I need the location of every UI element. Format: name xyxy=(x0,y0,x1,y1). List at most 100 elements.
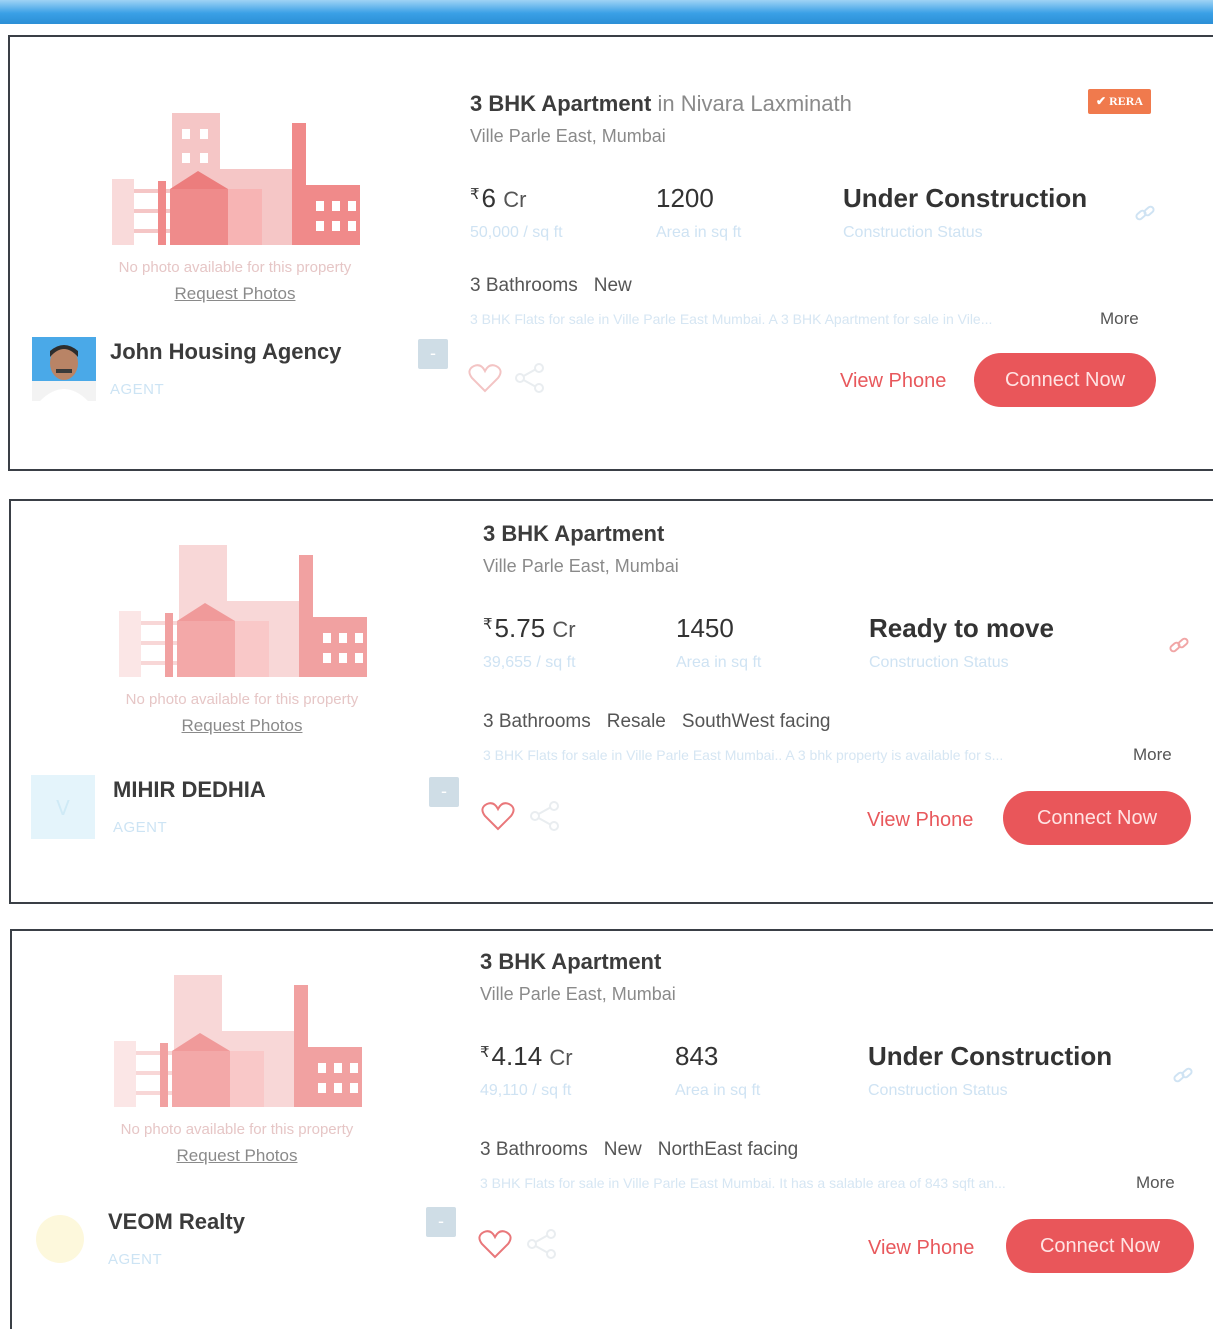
heart-icon[interactable] xyxy=(481,801,515,831)
agent-collapse-button[interactable]: - xyxy=(429,777,459,807)
price-value: 5.75 xyxy=(494,613,546,643)
connect-now-button[interactable]: Connect Now xyxy=(974,353,1156,407)
view-phone-button[interactable]: View Phone xyxy=(867,809,973,832)
more-link[interactable]: More xyxy=(1100,309,1139,329)
view-phone-button[interactable]: View Phone xyxy=(868,1237,974,1260)
listing-locality: Ville Parle East, Mumbai xyxy=(470,126,666,146)
listing-title[interactable]: 3 BHK Apartment in Nivara Laxminath xyxy=(470,91,852,117)
agent-name[interactable]: MIHIR DEDHIA xyxy=(113,777,266,803)
feature-chip: SouthWest facing xyxy=(681,711,831,732)
no-photo-placeholder: No photo available for this property Req… xyxy=(80,109,390,304)
listing-features: 3 Bathrooms New NorthEast facing xyxy=(480,1139,814,1161)
avatar xyxy=(28,1207,92,1271)
rupee-icon: ₹ xyxy=(480,1044,490,1061)
minus-icon: - xyxy=(438,1211,444,1231)
price-unit: Cr xyxy=(552,617,576,642)
connect-now-button[interactable]: Connect Now xyxy=(1003,791,1191,845)
listing-locality: Ville Parle East, Mumbai xyxy=(483,556,679,576)
status-stat: Ready to move Construction Status xyxy=(869,613,1054,672)
agent-collapse-button[interactable]: - xyxy=(418,339,448,369)
minus-icon: - xyxy=(430,343,436,363)
status-value: Ready to move xyxy=(869,613,1054,643)
price-value: 4.14 xyxy=(491,1041,543,1071)
heart-icon[interactable] xyxy=(478,1229,512,1259)
share-icon[interactable] xyxy=(529,801,561,831)
feature-chip: Resale xyxy=(606,711,666,732)
listing-title[interactable]: 3 BHK Apartment xyxy=(483,521,679,547)
feature-chip: 3 Bathrooms xyxy=(483,711,591,732)
minus-icon: - xyxy=(441,781,447,801)
area-value: 1450 xyxy=(676,613,734,643)
property-card[interactable]: No photo available for this property Req… xyxy=(8,35,1213,471)
area-label: Area in sq ft xyxy=(676,654,762,671)
agent-name[interactable]: John Housing Agency xyxy=(110,339,341,365)
price-stat: ₹4.14 Cr 49,110 / sq ft xyxy=(480,1041,573,1100)
area-stat: 1450 Area in sq ft xyxy=(676,613,761,672)
listing-features: 3 Bathrooms New xyxy=(470,275,648,297)
feature-chip: New xyxy=(603,1139,642,1160)
link-icon[interactable] xyxy=(1172,1065,1194,1087)
share-icon[interactable] xyxy=(526,1229,558,1259)
area-stat: 1200 Area in sq ft xyxy=(656,183,741,242)
listing-type[interactable]: 3 BHK Apartment xyxy=(470,91,651,116)
more-link[interactable]: More xyxy=(1136,1173,1175,1193)
avatar xyxy=(32,337,96,401)
no-photo-text: No photo available for this property xyxy=(118,259,352,276)
listing-description: 3 BHK Flats for sale in Ville Parle East… xyxy=(470,311,993,327)
agent-name[interactable]: VEOM Realty xyxy=(108,1209,245,1235)
view-phone-button[interactable]: View Phone xyxy=(840,370,946,393)
agent-collapse-button[interactable]: - xyxy=(426,1207,456,1237)
status-value: Under Construction xyxy=(868,1041,1113,1071)
no-photo-placeholder: No photo available for this property Req… xyxy=(87,541,397,736)
building-placeholder-icon xyxy=(119,545,367,677)
no-photo-text: No photo available for this property xyxy=(125,691,359,708)
agent-role: AGENT xyxy=(113,819,168,836)
rupee-icon: ₹ xyxy=(483,616,493,633)
connect-now-button[interactable]: Connect Now xyxy=(1006,1219,1194,1273)
more-link[interactable]: More xyxy=(1133,745,1172,765)
feature-chip: New xyxy=(593,275,632,296)
rera-badge: ✔ RERA xyxy=(1088,89,1152,114)
link-icon[interactable] xyxy=(1134,203,1156,225)
area-value: 1200 xyxy=(656,183,714,213)
building-placeholder-icon xyxy=(112,113,360,245)
feature-chip: 3 Bathrooms xyxy=(470,275,578,296)
listing-features: 3 Bathrooms Resale SouthWest facing xyxy=(483,711,846,733)
rupee-icon: ₹ xyxy=(470,186,480,203)
price-unit: Cr xyxy=(549,1045,573,1070)
share-icon[interactable] xyxy=(514,363,546,393)
property-card[interactable]: No photo available for this property Req… xyxy=(10,929,1213,1329)
area-label: Area in sq ft xyxy=(656,224,742,241)
request-photos-link[interactable]: Request Photos xyxy=(175,284,296,304)
area-stat: 843 Area in sq ft xyxy=(675,1041,760,1100)
svg-text:V: V xyxy=(56,796,70,820)
building-placeholder-icon xyxy=(114,975,362,1107)
no-photo-placeholder: No photo available for this property Req… xyxy=(82,971,392,1166)
no-photo-text: No photo available for this property xyxy=(120,1121,354,1138)
feature-chip: 3 Bathrooms xyxy=(480,1139,588,1160)
check-circle-icon: ✔ xyxy=(1096,94,1110,108)
request-photos-link[interactable]: Request Photos xyxy=(177,1146,298,1166)
listing-locality: Ville Parle East, Mumbai xyxy=(480,984,676,1004)
listing-description: 3 BHK Flats for sale in Ville Parle East… xyxy=(483,747,1004,763)
link-icon[interactable] xyxy=(1168,635,1190,657)
price-value: 6 xyxy=(481,183,497,213)
listing-header: 3 BHK Apartment in Nivara Laxminath Vill… xyxy=(470,91,852,147)
feature-chip: NorthEast facing xyxy=(657,1139,799,1160)
heart-icon[interactable] xyxy=(468,363,502,393)
price-per-sqft: 49,110 / sq ft xyxy=(480,1082,572,1099)
project-name[interactable]: in Nivara Laxminath xyxy=(657,91,851,116)
price-per-sqft: 39,655 / sq ft xyxy=(483,654,576,671)
price-stat: ₹6 Cr 50,000 / sq ft xyxy=(470,183,563,242)
price-unit: Cr xyxy=(503,187,527,212)
listing-header: 3 BHK Apartment Ville Parle East, Mumbai xyxy=(480,949,676,1005)
avatar: V xyxy=(31,775,95,839)
request-photos-link[interactable]: Request Photos xyxy=(182,716,303,736)
listing-header: 3 BHK Apartment Ville Parle East, Mumbai xyxy=(483,521,679,577)
area-value: 843 xyxy=(675,1041,719,1071)
listing-description: 3 BHK Flats for sale in Ville Parle East… xyxy=(480,1175,1006,1191)
price-stat: ₹5.75 Cr 39,655 / sq ft xyxy=(483,613,576,672)
property-card[interactable]: No photo available for this property Req… xyxy=(9,499,1213,904)
price-per-sqft: 50,000 / sq ft xyxy=(470,224,563,241)
listing-title[interactable]: 3 BHK Apartment xyxy=(480,949,676,975)
